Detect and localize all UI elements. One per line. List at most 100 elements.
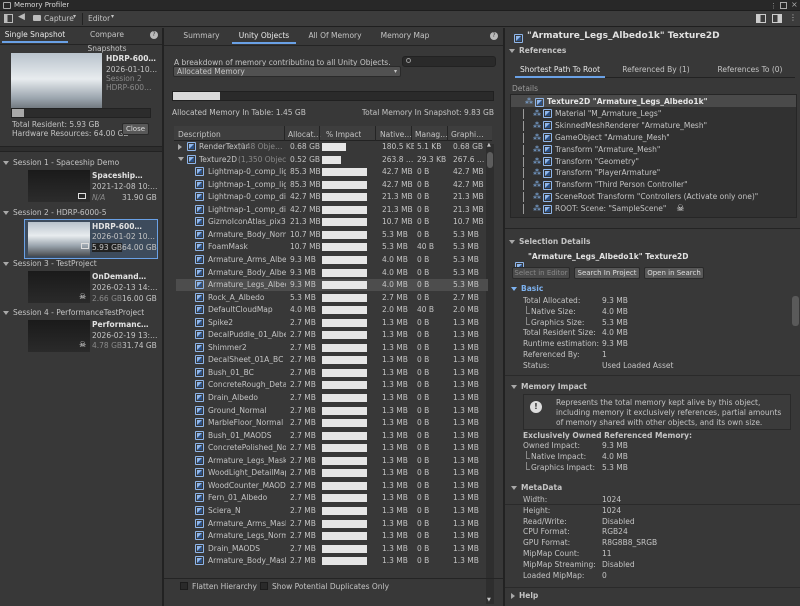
table-row[interactable]: Bush_01_BC 2.7 MB 1.3 MB 0 B 1.3 MB [176, 367, 488, 379]
tree-node[interactable]: ⁂ Transform "Armature_Mesh" [523, 144, 660, 156]
window-maximize-icon[interactable] [780, 2, 787, 9]
chevron-down-icon[interactable]: ▾ [73, 13, 76, 20]
memory-impact-header[interactable]: Memory Impact [511, 382, 587, 391]
close-button[interactable]: Close [122, 123, 149, 135]
tree-node[interactable]: ⁂ Transform "Third Person Controller" [523, 179, 688, 191]
session-header-1[interactable]: Session 1 - Spaceship Demo [3, 158, 119, 167]
editor-dropdown[interactable]: Editor [88, 14, 110, 23]
table-row[interactable]: DecalSheet_01A_BC 2.7 MB 1.3 MB 0 B 1.3 MB [176, 354, 488, 366]
chevron-down-icon[interactable]: ▾ [111, 13, 114, 20]
table-row[interactable]: Armature_Body_Normal 10.7 MB 5.3 MB 0 B 5.3 … [176, 229, 488, 241]
snapshot-item-name[interactable]: Spaceship… [92, 171, 158, 180]
tab-summary[interactable]: Summary [174, 30, 229, 44]
search-input[interactable] [402, 56, 496, 67]
chevron-right-icon[interactable] [178, 144, 182, 150]
table-row[interactable]: DecalPuddle_01_Albedo 2.7 MB 1.3 MB 0 B 1.3 … [176, 329, 488, 341]
window-menu-icon[interactable]: ⋮ [770, 2, 777, 10]
table-row[interactable]: Spike2 2.7 MB 1.3 MB 0 B 1.3 MB [176, 317, 488, 329]
back-icon[interactable]: ◀ [18, 12, 25, 22]
table-row[interactable]: MarbleFloor_Normal 2.7 MB 1.3 MB 0 B 1.3 MB [176, 417, 488, 429]
sidebar-toggle-icon[interactable] [4, 14, 13, 23]
table-row[interactable]: Armature_Arms_Albedo 9.3 MB 4.0 MB 0 B 5.3 M… [176, 254, 488, 266]
tab-shortest-path[interactable]: Shortest Path To Root [515, 64, 605, 78]
tree-node[interactable]: ⁂ ROOT: Scene: "SampleScene" ☠ [523, 203, 684, 215]
snapshot-item-name[interactable]: HDRP-600… [92, 222, 156, 231]
tab-references-to[interactable]: References To (0) [705, 64, 795, 78]
session-header-4[interactable]: Session 4 - PerformanceTestProject [3, 308, 144, 317]
layout-left-icon[interactable] [756, 14, 766, 23]
snapshot-item-name[interactable]: OnDemand… [92, 272, 158, 281]
table-row[interactable]: Sciera_N 2.7 MB 1.3 MB 0 B 1.3 MB [176, 505, 488, 517]
column-description[interactable]: Description [178, 130, 221, 139]
session-header-3[interactable]: Session 3 - TestProject [3, 259, 97, 268]
table-group-row[interactable]: Texture2D(1,350 Objects…0.52 GB263.8 …29… [176, 154, 488, 166]
table-row[interactable]: Armature_Legs_Albedo 9.3 MB 4.0 MB 0 B 5.3 M… [176, 279, 488, 292]
column-native[interactable]: Native… [380, 130, 412, 139]
table-row[interactable]: Lightmap-0_comp_light 85.3 MB 42.7 MB 0 B 42… [176, 166, 488, 178]
table-row[interactable]: Rock_A_Albedo 5.3 MB 2.7 MB 0 B 2.7 MB [176, 292, 488, 304]
table-row[interactable]: Fern_01_Albedo 2.7 MB 1.3 MB 0 B 1.3 MB [176, 492, 488, 504]
tab-single-snapshot[interactable]: Single Snapshot [2, 28, 68, 43]
table-row[interactable]: Ground_Normal 2.7 MB 1.3 MB 0 B 1.3 MB [176, 405, 488, 417]
tree-node[interactable]: ⁂ Material "M_Armature_Legs" [523, 108, 661, 120]
scroll-down-icon[interactable]: ▼ [487, 597, 491, 603]
window-close-icon[interactable]: × [791, 0, 798, 9]
table-row[interactable]: Lightmap-1_comp_dir 42.7 MB 21.3 MB 0 B 21.3… [176, 204, 488, 216]
tree-node[interactable]: ⁂ SkinnedMeshRenderer "Armature_Mesh" [523, 120, 707, 132]
menu-icon[interactable]: ⋮ [789, 13, 797, 22]
tab-memory-map[interactable]: Memory Map [374, 30, 436, 44]
table-row[interactable]: GizmoIconAtlas_pix32 21.3 MB 10.7 MB 0 B 10.… [176, 216, 488, 228]
column-impact[interactable]: % Impact [326, 130, 361, 139]
column-graphics[interactable]: Graphi… [451, 130, 484, 139]
selection-details-header[interactable]: Selection Details [509, 237, 590, 246]
tree-node[interactable]: ⁂ Transform "PlayerArmature" [523, 167, 660, 179]
tab-compare-snapshots[interactable]: Compare Snapshots [70, 28, 144, 53]
table-row[interactable]: Shimmer2 2.7 MB 1.3 MB 0 B 1.3 MB [176, 342, 488, 354]
table-row[interactable]: Armature_Body_Mask1k 2.7 MB 1.3 MB 0 B 1.3 M… [176, 555, 488, 567]
table-row[interactable]: WoodCounter_MAODS 2.7 MB 1.3 MB 0 B 1.3 MB [176, 480, 488, 492]
table-row[interactable]: WoodLight_DetailMap 2.7 MB 1.3 MB 0 B 1.3 MB [176, 467, 488, 479]
references-header[interactable]: References [509, 46, 566, 55]
column-managed[interactable]: Manag… [415, 130, 448, 139]
table-row[interactable]: Drain_MAODS 2.7 MB 1.3 MB 0 B 1.3 MB [176, 543, 488, 555]
table-row[interactable]: Armature_Legs_Mask1k 2.7 MB 1.3 MB 0 B 1.3 M… [176, 455, 488, 467]
help-icon[interactable]: ? [490, 32, 498, 40]
layout-right-icon[interactable] [772, 14, 782, 23]
table-row[interactable]: Armature_Legs_Normal 2.7 MB 1.3 MB 0 B 1.3 M… [176, 530, 488, 542]
table-group-row[interactable]: RenderTexture (148 Obje… 0.68 GB 180.5 KB 5.… [176, 141, 488, 153]
column-allocated[interactable]: Allocat… [288, 130, 321, 139]
tab-referenced-by[interactable]: Referenced By (1) [611, 64, 701, 78]
tab-unity-objects[interactable]: Unity Objects [232, 30, 296, 44]
table-row[interactable]: Drain_Albedo 2.7 MB 1.3 MB 0 B 1.3 MB [176, 392, 488, 404]
table-row[interactable]: DefaultCloudMap 4.0 MB 2.0 MB 40 B 2.0 MB [176, 304, 488, 316]
table-row[interactable]: Lightmap-0_comp_dir 42.7 MB 21.3 MB 0 B 21.3… [176, 191, 488, 203]
capture-button[interactable]: Capture [44, 14, 74, 23]
native-cell: 1.3 MB [382, 330, 408, 340]
help-header[interactable]: Help [511, 591, 538, 600]
table-row[interactable]: Bush_01_MAODS 2.7 MB 1.3 MB 0 B 1.3 MB [176, 430, 488, 442]
tree-node[interactable]: ⁂ SceneRoot Transform "Controllers (Activ… [523, 191, 758, 203]
table-row[interactable]: ConcreteRough_DetailM 2.7 MB 1.3 MB 0 B 1.3 … [176, 379, 488, 391]
snapshot-item-name[interactable]: Performanc… [92, 320, 158, 329]
open-in-search-button[interactable]: Open in Search [644, 267, 704, 279]
table-row[interactable]: Armature_Arms_Mask1k 2.7 MB 1.3 MB 0 B 1.3 M… [176, 518, 488, 530]
session-header-2[interactable]: Session 2 - HDRP-6000-5 [3, 208, 107, 217]
basic-header[interactable]: Basic [511, 284, 543, 293]
tree-node[interactable]: ⁂ Texture2D "Armature_Legs_Albedo1k" [515, 96, 707, 108]
flatten-checkbox[interactable] [180, 582, 188, 590]
table-row[interactable]: Lightmap-1_comp_light 85.3 MB 42.7 MB 0 B 42… [176, 179, 488, 191]
metadata-header[interactable]: MetaData [511, 483, 562, 492]
help-icon[interactable]: ? [150, 31, 158, 39]
tree-node[interactable]: ⁂ Transform "Geometry" [523, 156, 639, 168]
select-in-editor-button[interactable]: Select in Editor [512, 267, 570, 279]
memory-type-dropdown[interactable]: Allocated Memory ▾ [173, 66, 401, 77]
table-row[interactable]: ConcretePolished_Norm 2.7 MB 1.3 MB 0 B 1.3 … [176, 442, 488, 454]
right-scrollbar[interactable] [792, 296, 799, 326]
tree-node[interactable]: ⁂ GameObject "Armature_Mesh" [523, 132, 670, 144]
duplicates-checkbox[interactable] [260, 582, 268, 590]
tab-all-of-memory[interactable]: All Of Memory [304, 30, 366, 44]
table-row[interactable]: FoamMask 10.7 MB 5.3 MB 40 B 5.3 MB [176, 241, 488, 253]
table-row[interactable]: Armature_Body_Albedo 9.3 MB 4.0 MB 0 B 5.3 M… [176, 267, 488, 279]
search-in-project-button[interactable]: Search In Project [574, 267, 640, 279]
chevron-down-icon[interactable] [178, 156, 184, 161]
